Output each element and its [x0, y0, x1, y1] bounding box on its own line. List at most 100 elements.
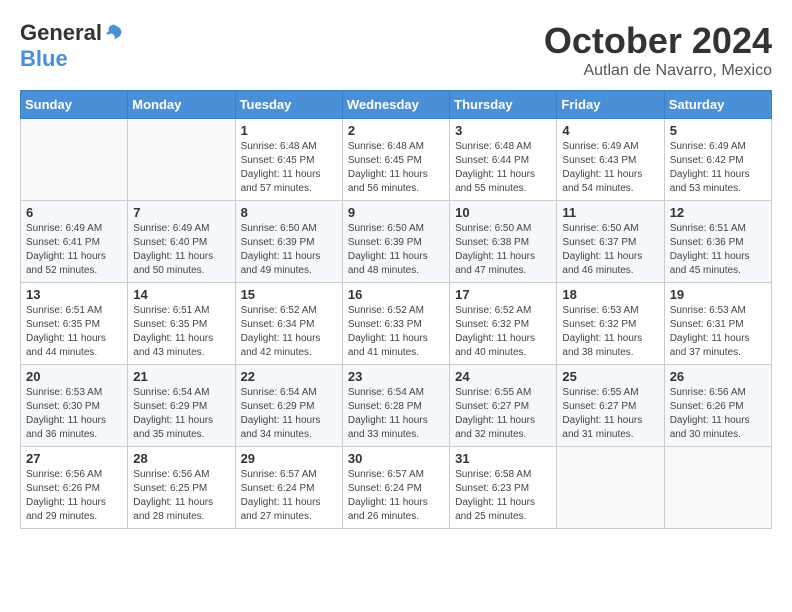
calendar-cell: 8 Sunrise: 6:50 AM Sunset: 6:39 PM Daylig…: [235, 201, 342, 283]
day-number: 6: [26, 205, 122, 220]
day-number: 4: [562, 123, 658, 138]
logo: General Blue: [20, 20, 124, 72]
day-number: 30: [348, 451, 444, 466]
day-info: Sunrise: 6:52 AM Sunset: 6:33 PM Dayligh…: [348, 304, 444, 360]
day-number: 14: [133, 287, 229, 302]
day-number: 1: [241, 123, 337, 138]
day-info: Sunrise: 6:51 AM Sunset: 6:35 PM Dayligh…: [133, 304, 229, 360]
calendar-header: SundayMondayTuesdayWednesdayThursdayFrid…: [21, 91, 772, 119]
day-info: Sunrise: 6:50 AM Sunset: 6:39 PM Dayligh…: [241, 222, 337, 278]
day-info: Sunrise: 6:48 AM Sunset: 6:44 PM Dayligh…: [455, 140, 551, 196]
calendar-cell: 23 Sunrise: 6:54 AM Sunset: 6:28 PM Dayli…: [342, 365, 449, 447]
day-info: Sunrise: 6:51 AM Sunset: 6:36 PM Dayligh…: [670, 222, 766, 278]
day-info: Sunrise: 6:51 AM Sunset: 6:35 PM Dayligh…: [26, 304, 122, 360]
calendar-cell: 28Sunrise: 6:56 AM Sunset: 6:25 PM Dayli…: [128, 447, 235, 529]
calendar-cell: 26 Sunrise: 6:56 AM Sunset: 6:26 PM Dayli…: [664, 365, 771, 447]
day-number: 7: [133, 205, 229, 220]
page-header: General Blue October 2024 Autlan de Nava…: [20, 20, 772, 80]
week-row-2: 6 Sunrise: 6:49 AM Sunset: 6:41 PM Daylig…: [21, 201, 772, 283]
day-number: 26: [670, 369, 766, 384]
calendar-cell: [664, 447, 771, 529]
calendar-cell: 13Sunrise: 6:51 AM Sunset: 6:35 PM Dayli…: [21, 283, 128, 365]
day-info: Sunrise: 6:57 AM Sunset: 6:24 PM Dayligh…: [348, 468, 444, 524]
calendar-cell: 29Sunrise: 6:57 AM Sunset: 6:24 PM Dayli…: [235, 447, 342, 529]
calendar-cell: 9 Sunrise: 6:50 AM Sunset: 6:39 PM Daylig…: [342, 201, 449, 283]
calendar-cell: 14 Sunrise: 6:51 AM Sunset: 6:35 PM Dayli…: [128, 283, 235, 365]
calendar-cell: [128, 119, 235, 201]
week-row-1: 1 Sunrise: 6:48 AM Sunset: 6:45 PM Daylig…: [21, 119, 772, 201]
calendar-cell: 5 Sunrise: 6:49 AM Sunset: 6:42 PM Daylig…: [664, 119, 771, 201]
day-number: 25: [562, 369, 658, 384]
header-day-thursday: Thursday: [450, 91, 557, 119]
calendar-cell: 10 Sunrise: 6:50 AM Sunset: 6:38 PM Dayli…: [450, 201, 557, 283]
day-info: Sunrise: 6:52 AM Sunset: 6:32 PM Dayligh…: [455, 304, 551, 360]
day-info: Sunrise: 6:56 AM Sunset: 6:25 PM Dayligh…: [133, 468, 229, 524]
week-row-5: 27 Sunrise: 6:56 AM Sunset: 6:26 PM Dayli…: [21, 447, 772, 529]
day-number: 11: [562, 205, 658, 220]
header-day-sunday: Sunday: [21, 91, 128, 119]
day-info: Sunrise: 6:49 AM Sunset: 6:40 PM Dayligh…: [133, 222, 229, 278]
calendar-cell: 30 Sunrise: 6:57 AM Sunset: 6:24 PM Dayli…: [342, 447, 449, 529]
day-number: 16: [348, 287, 444, 302]
day-number: 23: [348, 369, 444, 384]
day-number: 31: [455, 451, 551, 466]
day-number: 24: [455, 369, 551, 384]
calendar-cell: 1 Sunrise: 6:48 AM Sunset: 6:45 PM Daylig…: [235, 119, 342, 201]
logo-blue: Blue: [20, 46, 68, 72]
day-number: 9: [348, 205, 444, 220]
day-info: Sunrise: 6:53 AM Sunset: 6:31 PM Dayligh…: [670, 304, 766, 360]
calendar-cell: 21Sunrise: 6:54 AM Sunset: 6:29 PM Dayli…: [128, 365, 235, 447]
day-info: Sunrise: 6:50 AM Sunset: 6:38 PM Dayligh…: [455, 222, 551, 278]
day-info: Sunrise: 6:49 AM Sunset: 6:42 PM Dayligh…: [670, 140, 766, 196]
day-info: Sunrise: 6:48 AM Sunset: 6:45 PM Dayligh…: [241, 140, 337, 196]
calendar-cell: [21, 119, 128, 201]
day-number: 27: [26, 451, 122, 466]
calendar-cell: 11Sunrise: 6:50 AM Sunset: 6:37 PM Dayli…: [557, 201, 664, 283]
calendar-cell: 24 Sunrise: 6:55 AM Sunset: 6:27 PM Dayli…: [450, 365, 557, 447]
day-number: 18: [562, 287, 658, 302]
day-info: Sunrise: 6:54 AM Sunset: 6:28 PM Dayligh…: [348, 386, 444, 442]
calendar-cell: 15Sunrise: 6:52 AM Sunset: 6:34 PM Dayli…: [235, 283, 342, 365]
day-number: 12: [670, 205, 766, 220]
calendar-cell: 2 Sunrise: 6:48 AM Sunset: 6:45 PM Daylig…: [342, 119, 449, 201]
header-day-tuesday: Tuesday: [235, 91, 342, 119]
day-number: 8: [241, 205, 337, 220]
day-info: Sunrise: 6:55 AM Sunset: 6:27 PM Dayligh…: [455, 386, 551, 442]
week-row-3: 13Sunrise: 6:51 AM Sunset: 6:35 PM Dayli…: [21, 283, 772, 365]
logo-general: General: [20, 20, 102, 46]
calendar-table: SundayMondayTuesdayWednesdayThursdayFrid…: [20, 90, 772, 529]
header-row: SundayMondayTuesdayWednesdayThursdayFrid…: [21, 91, 772, 119]
calendar-cell: 12 Sunrise: 6:51 AM Sunset: 6:36 PM Dayli…: [664, 201, 771, 283]
calendar-cell: 20 Sunrise: 6:53 AM Sunset: 6:30 PM Dayli…: [21, 365, 128, 447]
day-info: Sunrise: 6:53 AM Sunset: 6:30 PM Dayligh…: [26, 386, 122, 442]
week-row-4: 20 Sunrise: 6:53 AM Sunset: 6:30 PM Dayli…: [21, 365, 772, 447]
header-day-friday: Friday: [557, 91, 664, 119]
day-number: 2: [348, 123, 444, 138]
calendar-body: 1 Sunrise: 6:48 AM Sunset: 6:45 PM Daylig…: [21, 119, 772, 529]
day-number: 21: [133, 369, 229, 384]
day-number: 3: [455, 123, 551, 138]
day-info: Sunrise: 6:56 AM Sunset: 6:26 PM Dayligh…: [670, 386, 766, 442]
header-day-wednesday: Wednesday: [342, 91, 449, 119]
day-info: Sunrise: 6:48 AM Sunset: 6:45 PM Dayligh…: [348, 140, 444, 196]
calendar-cell: 7 Sunrise: 6:49 AM Sunset: 6:40 PM Daylig…: [128, 201, 235, 283]
calendar-cell: 17Sunrise: 6:52 AM Sunset: 6:32 PM Dayli…: [450, 283, 557, 365]
calendar-cell: 31Sunrise: 6:58 AM Sunset: 6:23 PM Dayli…: [450, 447, 557, 529]
calendar-cell: 22Sunrise: 6:54 AM Sunset: 6:29 PM Dayli…: [235, 365, 342, 447]
calendar-cell: 19 Sunrise: 6:53 AM Sunset: 6:31 PM Dayli…: [664, 283, 771, 365]
calendar-cell: 25 Sunrise: 6:55 AM Sunset: 6:27 PM Dayli…: [557, 365, 664, 447]
day-number: 29: [241, 451, 337, 466]
day-info: Sunrise: 6:56 AM Sunset: 6:26 PM Dayligh…: [26, 468, 122, 524]
day-info: Sunrise: 6:49 AM Sunset: 6:41 PM Dayligh…: [26, 222, 122, 278]
day-info: Sunrise: 6:50 AM Sunset: 6:39 PM Dayligh…: [348, 222, 444, 278]
day-number: 5: [670, 123, 766, 138]
header-day-saturday: Saturday: [664, 91, 771, 119]
day-info: Sunrise: 6:55 AM Sunset: 6:27 PM Dayligh…: [562, 386, 658, 442]
day-number: 20: [26, 369, 122, 384]
calendar-cell: 4 Sunrise: 6:49 AM Sunset: 6:43 PM Daylig…: [557, 119, 664, 201]
day-number: 10: [455, 205, 551, 220]
day-info: Sunrise: 6:49 AM Sunset: 6:43 PM Dayligh…: [562, 140, 658, 196]
calendar-cell: [557, 447, 664, 529]
day-number: 22: [241, 369, 337, 384]
day-number: 19: [670, 287, 766, 302]
